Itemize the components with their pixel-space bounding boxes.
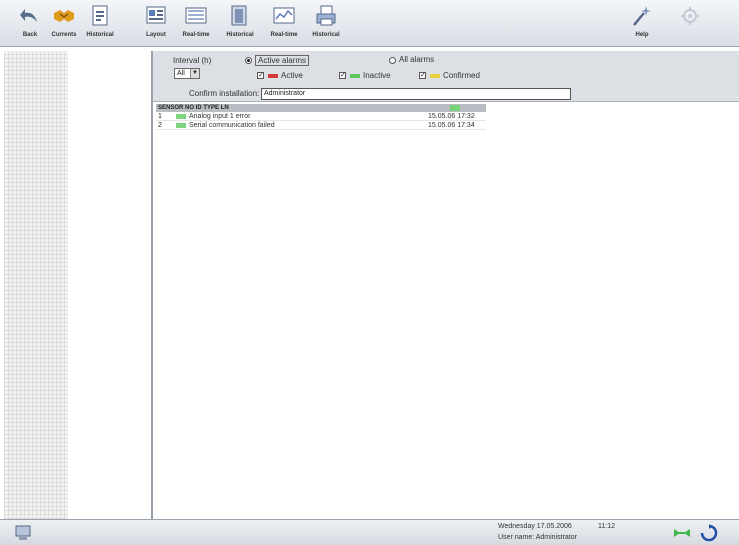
layout-button-label: Layout	[146, 32, 166, 38]
status-bar: Wednesday 17.05.2006 11:12 User name: Ad…	[0, 519, 739, 545]
status-time: 11:12	[598, 523, 615, 530]
inactive-checkbox[interactable]: ✓	[339, 72, 346, 79]
row-alarm-text: Analog input 1 error	[189, 113, 251, 120]
back-button-label: Back	[22, 32, 38, 38]
document-icon	[92, 5, 108, 26]
chart-icon	[273, 7, 295, 24]
row-timestamp: 15.05.06 17:32	[428, 113, 475, 120]
computer-icon	[15, 525, 31, 540]
historical-report-button-label: Historical	[226, 32, 254, 38]
report-icon	[231, 5, 247, 26]
chevron-down-icon: ▼	[190, 69, 199, 78]
row-alarm-text: Serial communication failed	[189, 122, 275, 129]
row-status-swatch	[176, 123, 186, 128]
back-button[interactable]: Back	[12, 4, 48, 44]
connection-icon[interactable]	[672, 525, 692, 541]
historical-button[interactable]: Historical	[82, 4, 118, 44]
navigation-tree-blank	[68, 51, 152, 519]
all-alarms-label: All alarms	[399, 55, 435, 64]
all-alarms-radio[interactable]	[389, 57, 396, 64]
table-row[interactable]: 1 Analog input 1 error 15.05.06 17:32	[156, 112, 486, 121]
active-color-swatch	[268, 74, 278, 78]
interval-select-value: All	[177, 70, 185, 77]
realtime-button-label: Real-time	[182, 32, 210, 38]
help-button-label: Help	[635, 32, 649, 38]
realtime-button[interactable]: Real-time	[178, 4, 214, 44]
realtime-icon	[185, 7, 207, 24]
active-checkbox[interactable]: ✓	[257, 72, 264, 79]
confirmed-by-label: Confirm installation:	[189, 89, 260, 98]
navigation-tree-panel[interactable]	[4, 51, 68, 519]
alarm-table: SENSOR NO ID TYPE LN 1 Analog input 1 er…	[156, 104, 486, 130]
refresh-icon[interactable]	[700, 524, 718, 542]
alarm-table-header-text: SENSOR NO ID TYPE LN	[158, 105, 229, 111]
confirmed-by-input[interactable]: Administrator	[261, 88, 571, 100]
inactive-label: Inactive	[363, 71, 391, 80]
realtime-chart-button-label: Real-time	[270, 32, 298, 38]
inactive-color-swatch	[350, 74, 360, 78]
help-button[interactable]: Help	[624, 4, 660, 44]
confirmed-checkbox[interactable]: ✓	[419, 72, 426, 79]
alarm-filter-panel: Interval (h) All ▼ Active alarms All ala…	[153, 51, 739, 102]
panel-splitter[interactable]	[151, 51, 153, 519]
layout-button[interactable]: Layout	[138, 4, 174, 44]
historical-print-button-label: Historical	[312, 32, 340, 38]
row-timestamp: 15.05.06 17:34	[428, 122, 475, 129]
interval-label: Interval (h)	[173, 56, 212, 65]
printer-icon	[316, 5, 336, 26]
confirmed-color-swatch	[430, 74, 440, 78]
settings-button[interactable]	[672, 4, 708, 44]
alarm-table-header: SENSOR NO ID TYPE LN	[156, 104, 486, 112]
back-arrow-icon	[20, 9, 37, 22]
historical-report-button[interactable]: Historical	[222, 4, 258, 44]
header-status-swatch	[450, 105, 460, 111]
table-row[interactable]: 2 Serial communication failed 15.05.06 1…	[156, 121, 486, 130]
status-date: Wednesday 17.05.2006	[498, 523, 572, 530]
confirmed-label: Confirmed	[443, 71, 480, 80]
historical-print-button[interactable]: Historical	[308, 4, 344, 44]
row-number: 1	[158, 113, 162, 120]
disabled-settings-icon	[681, 7, 699, 25]
layout-icon	[146, 6, 166, 24]
status-user: User name: Administrator	[498, 534, 577, 541]
currents-button-label: Currents	[51, 32, 77, 38]
magic-wand-icon	[633, 6, 651, 26]
active-alarms-radio[interactable]	[245, 57, 252, 64]
active-label: Active	[281, 71, 303, 80]
main-toolbar: Back Currents Historical Layout Real-tim…	[0, 0, 739, 47]
historical-button-label: Historical	[86, 32, 114, 38]
realtime-chart-button[interactable]: Real-time	[266, 4, 302, 44]
row-status-swatch	[176, 114, 186, 119]
row-number: 2	[158, 122, 162, 129]
handshake-icon	[54, 10, 74, 22]
active-alarms-label: Active alarms	[255, 55, 310, 66]
currents-button[interactable]: Currents	[46, 4, 82, 44]
interval-select[interactable]: All ▼	[174, 68, 200, 79]
